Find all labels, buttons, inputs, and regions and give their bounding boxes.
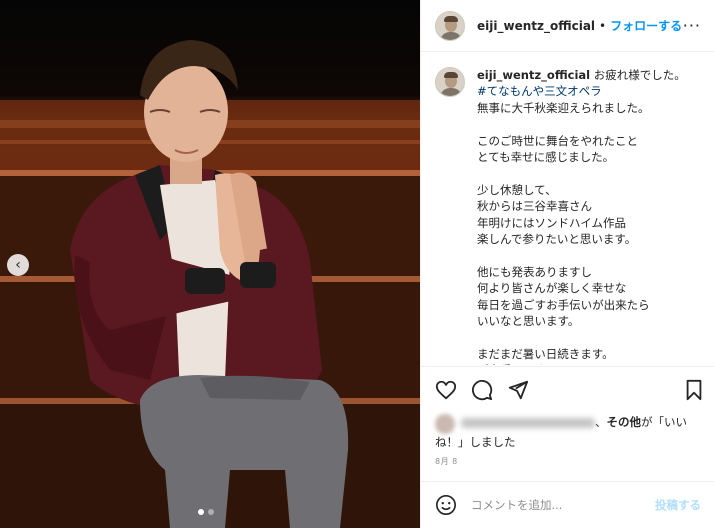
carousel-dots [198,509,214,515]
post-caption: eiji_wentz_official お疲れ様でした。 #てなもんや三文オペラ… [421,53,714,365]
post-comment-button[interactable]: 投稿する [655,497,701,513]
carousel-dot-2 [208,509,214,515]
carousel-dot-1 [198,509,204,515]
liker-avatar[interactable] [435,414,455,434]
emoji-icon[interactable] [435,494,457,516]
post-date[interactable]: 8月 8 [435,456,458,467]
header-separator: • [599,18,607,33]
bookmark-icon[interactable] [683,379,705,401]
comment-bar: コメントを追加... 投稿する [421,481,714,528]
post-photo[interactable]: ‹ [0,0,420,528]
caption-body: 無事に大千秋楽迎えられました。 このご時世に舞台をやれたこと とても幸せに感じま… [477,100,650,365]
liker-username[interactable] [461,418,595,428]
carousel-prev-button[interactable]: ‹ [7,254,29,276]
caption-avatar[interactable] [435,67,465,97]
more-options-icon[interactable]: ··· [683,18,701,34]
likes-suffix-close: ね！」しました [435,435,516,449]
caption-username[interactable]: eiji_wentz_official [477,68,590,82]
post-header: eiji_wentz_official • フォローする ··· [421,0,714,52]
heart-icon[interactable] [435,379,457,401]
comment-icon[interactable] [471,379,493,401]
likes-summary: 、その他 が「いい ね！」しました [435,414,705,451]
comment-input[interactable]: コメントを追加... [471,497,655,513]
post-side-panel: eiji_wentz_official • フォローする ··· eiji_we… [420,0,714,528]
likes-suffix-open: が「いい [641,415,687,429]
author-username[interactable]: eiji_wentz_official [477,19,595,33]
caption-first-line: お疲れ様でした。 [593,68,686,82]
stage-photo [0,0,420,528]
caption-text: eiji_wentz_official お疲れ様でした。 #てなもんや三文オペラ… [477,67,686,365]
likes-others-link[interactable]: その他 [607,414,642,431]
author-avatar[interactable] [435,10,465,41]
chevron-left-icon: ‹ [15,257,21,273]
action-bar [421,366,714,412]
share-icon[interactable] [507,379,529,401]
caption-hashtag[interactable]: #てなもんや三文オペラ [477,84,602,98]
follow-button[interactable]: フォローする [610,17,682,34]
